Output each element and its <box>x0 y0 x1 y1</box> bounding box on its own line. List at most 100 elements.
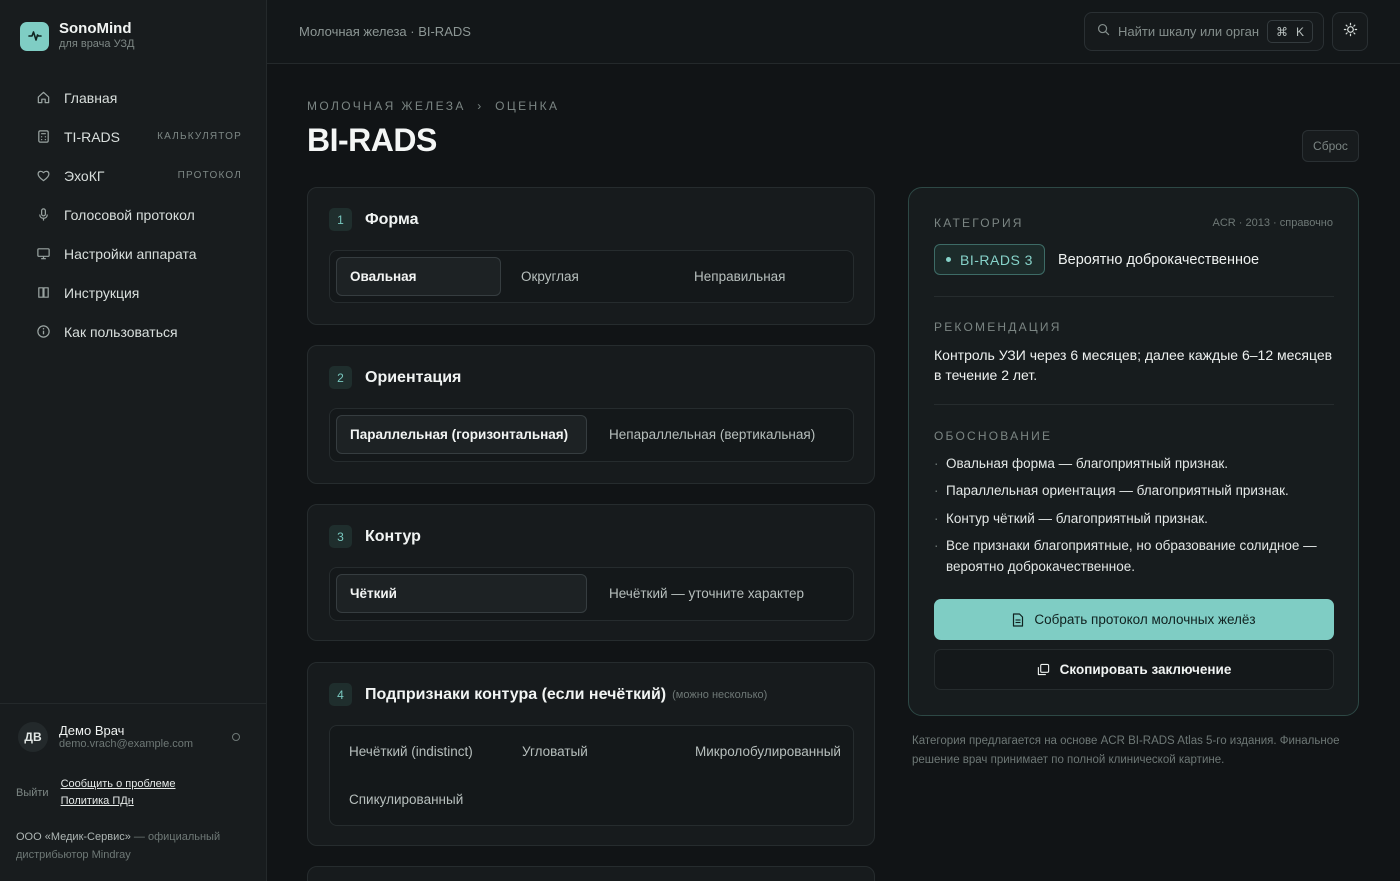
keyboard-shortcut: ⌘ K <box>1266 20 1313 43</box>
user-email: demo.vrach@example.com <box>59 738 194 750</box>
sidebar-item-echo[interactable]: ЭхоКГ протокол <box>20 156 252 195</box>
option-button[interactable]: Нечёткий (indistinct) <box>336 732 509 771</box>
avatar: ДВ <box>18 722 48 752</box>
option-button[interactable]: Овальная <box>336 257 501 296</box>
sidebar-nav: Главная TI-RADS калькулятор ЭхоКГ проток… <box>20 78 252 351</box>
sidebar-item-tag: калькулятор <box>157 131 242 142</box>
theme-toggle-button[interactable] <box>1332 12 1368 51</box>
book-icon <box>35 285 51 301</box>
home-icon <box>35 90 51 106</box>
recommendation-text: Контроль УЗИ через 6 месяцев; далее кажд… <box>934 347 1333 383</box>
reset-button[interactable]: Сброс <box>1302 130 1359 162</box>
list-item: Все признаки благоприятные, но образован… <box>934 535 1334 577</box>
divider <box>934 404 1334 405</box>
sidebar-item-manual[interactable]: Инструкция <box>20 273 252 312</box>
card-title: Подпризнаки контура (если нечёткий) <box>365 685 667 703</box>
sidebar-item-label: Как пользоваться <box>64 323 178 340</box>
heart-icon <box>35 168 51 184</box>
sidebar-item-tag: протокол <box>177 170 242 181</box>
brand-name: SonoMind <box>59 20 132 37</box>
logout-button[interactable]: Выйти <box>16 787 49 807</box>
report-problem-link[interactable]: Сообщить о проблеме <box>61 778 176 790</box>
company-name: ООО «Медик-Сервис» <box>16 831 131 843</box>
command-key-icon: ⌘ <box>1275 24 1288 39</box>
sidebar: SonoMind для врача УЗД Главная TI-RADS к… <box>0 0 267 881</box>
user-profile[interactable]: ДВ Демо Врач demo.vrach@example.com <box>18 722 240 752</box>
criterion-card-contour-subtypes: 4 Подпризнаки контура (если нечёткий) (м… <box>307 662 875 846</box>
copy-icon <box>1037 663 1050 676</box>
sidebar-item-label: Настройки аппарата <box>64 245 197 262</box>
sidebar-item-device-settings[interactable]: Настройки аппарата <box>20 234 252 273</box>
option-group: Нечёткий (indistinct) Угловатый Микролоб… <box>329 725 854 826</box>
company-note: ООО «Медик-Сервис» — официальный дистриб… <box>16 828 251 864</box>
option-button[interactable]: Параллельная (горизонтальная) <box>336 415 587 454</box>
reasoning-label: Обоснование <box>934 429 1053 443</box>
search-placeholder: Найти шкалу или орган <box>1118 24 1260 39</box>
card-title: Форма <box>365 210 419 228</box>
category-label: Категория <box>934 216 1024 230</box>
build-protocol-label: Собрать протокол молочных желёз <box>1034 612 1256 627</box>
page-title: BI-RADS <box>307 122 437 158</box>
info-icon <box>35 324 51 340</box>
result-panel: Категория ACR · 2013 · справочно BI-RADS… <box>908 187 1359 716</box>
category-verdict: Вероятно доброкачественное <box>1058 252 1260 268</box>
step-number: 3 <box>329 525 352 548</box>
waveform-logo-icon <box>20 21 49 51</box>
multi-select-hint: (можно несколько) <box>672 688 768 701</box>
sidebar-divider <box>0 703 266 704</box>
divider <box>934 296 1334 297</box>
option-button[interactable]: Округлая <box>501 257 674 296</box>
list-item: Овальная форма — благоприятный признак. <box>934 453 1334 474</box>
card-title: Контур <box>365 527 421 545</box>
criterion-card-next <box>307 866 875 881</box>
sidebar-item-label: ЭхоКГ <box>64 167 105 184</box>
step-number: 4 <box>329 683 352 706</box>
copy-conclusion-label: Скопировать заключение <box>1059 662 1232 677</box>
option-button[interactable]: Непараллельная (вертикальная) <box>587 415 845 454</box>
monitor-icon <box>35 246 51 262</box>
badge-dot-icon <box>946 257 951 262</box>
sidebar-item-label: Голосовой протокол <box>64 206 195 223</box>
sidebar-footer-links: Выйти Сообщить о проблеме Политика ПДн <box>16 778 175 807</box>
option-group: Параллельная (горизонтальная) Непараллел… <box>329 408 854 462</box>
sidebar-item-how-to-use[interactable]: Как пользоваться <box>20 312 252 351</box>
topbar: Молочная железа · BI-RADS Найти шкалу ил… <box>267 0 1400 64</box>
calculator-icon <box>35 129 51 145</box>
option-button[interactable]: Чёткий <box>336 574 587 613</box>
sidebar-item-label: Инструкция <box>64 284 140 301</box>
option-button[interactable]: Микролобулированный <box>682 732 847 771</box>
step-number: 1 <box>329 208 352 231</box>
document-icon <box>1012 612 1024 627</box>
step-number: 2 <box>329 366 352 389</box>
recommendation-label: Рекомендация <box>934 320 1062 334</box>
brand-subtitle: для врача УЗД <box>59 38 135 50</box>
sidebar-item-ti-rads[interactable]: TI-RADS калькулятор <box>20 117 252 156</box>
copy-conclusion-button[interactable]: Скопировать заключение <box>934 649 1334 690</box>
sidebar-item-label: Главная <box>64 89 118 106</box>
section-breadcrumb: Молочная железа › Оценка <box>307 99 560 113</box>
search-input[interactable]: Найти шкалу или орган ⌘ K <box>1084 12 1324 51</box>
shortcut-key: K <box>1295 24 1304 39</box>
sidebar-item-home[interactable]: Главная <box>20 78 252 117</box>
option-button[interactable]: Неправильная <box>674 257 844 296</box>
option-group: Чёткий Нечёткий — уточните характер <box>329 567 854 621</box>
category-badge-label: BI-RADS 3 <box>960 251 1033 268</box>
user-name: Демо Врач <box>59 723 125 738</box>
privacy-policy-link[interactable]: Политика ПДн <box>61 795 176 807</box>
option-button[interactable]: Угловатый <box>509 732 682 771</box>
breadcrumb: Молочная железа · BI-RADS <box>299 24 471 39</box>
criterion-card-contour: 3 Контур Чёткий Нечёткий — уточните хара… <box>307 504 875 641</box>
list-item: Контур чёткий — благоприятный признак. <box>934 508 1334 529</box>
build-protocol-button[interactable]: Собрать протокол молочных желёз <box>934 599 1334 640</box>
option-button[interactable]: Нечёткий — уточните характер <box>587 574 845 613</box>
sun-icon <box>1343 22 1358 42</box>
microphone-icon <box>35 207 51 223</box>
brand[interactable]: SonoMind для врача УЗД <box>20 21 134 51</box>
option-button[interactable]: Спикулированный <box>336 780 509 819</box>
list-item: Параллельная ориентация — благоприятный … <box>934 480 1334 501</box>
sidebar-item-voice-protocol[interactable]: Голосовой протокол <box>20 195 252 234</box>
status-indicator-icon <box>232 733 240 741</box>
card-title: Ориентация <box>365 368 462 386</box>
criterion-card-orientation: 2 Ориентация Параллельная (горизонтальна… <box>307 345 875 484</box>
category-badge: BI-RADS 3 <box>934 244 1045 275</box>
